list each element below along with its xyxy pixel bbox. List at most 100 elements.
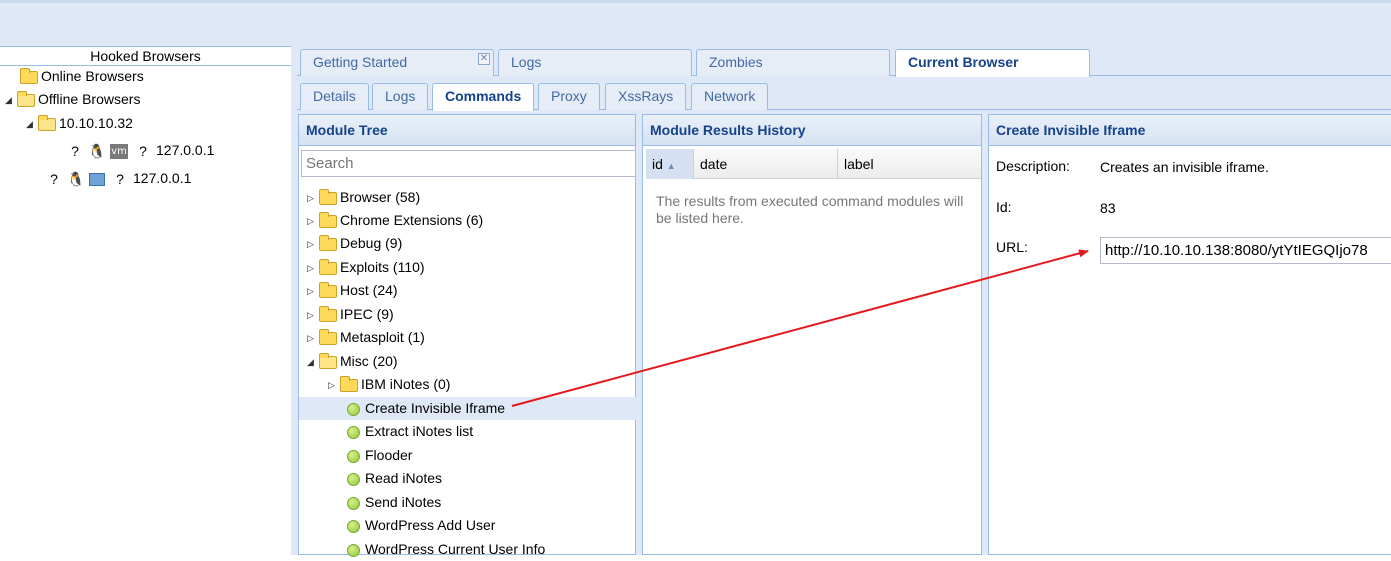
collapsed-triangle-icon[interactable]: ▷	[307, 210, 319, 233]
tree-item-read-inotes[interactable]: Read iNotes	[299, 467, 636, 490]
tab-current-browser[interactable]: Current Browser	[895, 49, 1090, 77]
tree-item-extract-inotes-list[interactable]: Extract iNotes list	[299, 420, 636, 443]
folder-open-icon	[17, 90, 35, 107]
module-tree-title: Module Tree	[299, 115, 635, 146]
online-browsers-label: Online Browsers	[41, 68, 144, 84]
tab-logs[interactable]: Logs	[498, 49, 692, 76]
collapsed-triangle-icon[interactable]: ▷	[307, 280, 319, 303]
vm-icon: vm	[110, 143, 128, 159]
tree-item-label: IBM iNotes (0)	[361, 376, 451, 392]
tree-browser-1[interactable]: ? 🐧 vm? 127.0.0.1	[66, 139, 214, 161]
close-icon[interactable]: ✕	[478, 53, 490, 65]
collapsed-triangle-icon[interactable]: ▷	[307, 187, 319, 210]
tab-label: Zombies	[709, 54, 763, 70]
tab-label: Logs	[511, 54, 542, 70]
tab-sub-logs[interactable]: Logs	[372, 83, 429, 110]
folder-icon	[319, 258, 337, 275]
tab-getting-started[interactable]: Getting Started ✕	[300, 49, 494, 76]
top-banner	[0, 0, 1391, 46]
collapsed-triangle-icon[interactable]: ▷	[307, 233, 319, 256]
expanded-triangle-icon[interactable]: ◢	[26, 113, 38, 135]
url-label: URL:	[996, 239, 1028, 255]
description-value: Creates an invisible iframe.	[1100, 159, 1269, 175]
tree-item-exploits[interactable]: ▷ Exploits (110)	[299, 256, 636, 279]
tree-item-host[interactable]: ▷ Host (24)	[299, 279, 636, 302]
tree-host[interactable]: ◢ 10.10.10.32	[26, 112, 133, 134]
folder-icon	[319, 328, 337, 345]
search-input[interactable]	[301, 150, 636, 177]
folder-open-icon	[319, 352, 337, 369]
column-label: label	[844, 156, 874, 172]
column-id[interactable]: id ▲	[646, 149, 694, 179]
tree-item-label: Extract iNotes list	[365, 423, 474, 439]
tree-item-wordpress-current-user-info[interactable]: WordPress Current User Info	[299, 538, 636, 561]
tab-label: Commands	[445, 88, 522, 104]
module-status-icon	[347, 449, 360, 463]
column-label: id	[652, 156, 663, 172]
tree-item-label: Read iNotes	[365, 470, 443, 486]
tree-item-label: Browser (58)	[340, 189, 421, 205]
tree-item-label: WordPress Add User	[365, 517, 496, 533]
hooked-browsers-panel: Hooked Browsers Online Browsers ◢ Offline…	[0, 46, 291, 555]
tree-browser-2[interactable]: ? 🐧? 127.0.0.1	[45, 167, 191, 189]
sort-ascending-icon: ▲	[666, 161, 676, 171]
tab-network[interactable]: Network	[691, 83, 769, 110]
tree-item-browser[interactable]: ▷ Browser (58)	[299, 186, 636, 209]
module-status-icon	[347, 402, 360, 416]
expanded-triangle-icon[interactable]: ◢	[5, 89, 17, 111]
collapsed-triangle-icon[interactable]: ▷	[307, 327, 319, 350]
tree-item-ibm-inotes[interactable]: ▷ IBM iNotes (0)	[299, 373, 636, 396]
tree-item-flooder[interactable]: Flooder	[299, 444, 636, 467]
expanded-triangle-icon[interactable]: ◢	[307, 351, 319, 374]
tab-label: Details	[313, 88, 356, 104]
folder-icon	[319, 188, 337, 205]
browser-ip: 127.0.0.1	[133, 170, 192, 186]
tree-item-misc[interactable]: ◢ Misc (20)	[299, 350, 636, 373]
unknown-hardware-icon: ?	[139, 143, 147, 160]
tab-commands[interactable]: Commands	[432, 83, 535, 111]
tree-item-label: Send iNotes	[365, 494, 442, 510]
tab-proxy[interactable]: Proxy	[538, 83, 600, 110]
tab-xssrays[interactable]: XssRays	[605, 83, 687, 110]
main-area: Getting Started ✕ Logs Zombies Current B…	[297, 46, 1391, 557]
module-status-icon	[347, 472, 360, 486]
tree-item-ipec[interactable]: ▷ IPEC (9)	[299, 303, 636, 326]
tree-item-chrome-extensions[interactable]: ▷ Chrome Extensions (6)	[299, 209, 636, 232]
url-field[interactable]: http://10.10.10.138:8080/ytYtIEGQIjo78	[1100, 237, 1391, 264]
tree-item-wordpress-add-user[interactable]: WordPress Add User	[299, 514, 636, 537]
tree-item-label: Debug (9)	[340, 235, 403, 251]
folder-icon	[319, 211, 337, 228]
tree-item-label: Flooder	[365, 447, 413, 463]
results-grid-header: id ▲ date label	[646, 149, 981, 179]
module-tree-panel: Module Tree ▷ Browser (58) ▷ Chrome Extens…	[298, 114, 636, 557]
tree-item-metasploit[interactable]: ▷ Metasploit (1)	[299, 326, 636, 349]
tree-online-browsers[interactable]: Online Browsers	[20, 65, 144, 87]
folder-icon	[319, 281, 337, 298]
tree-item-create-invisible-iframe[interactable]: Create Invisible Iframe	[299, 397, 636, 420]
results-history-panel: Module Results History id ▲ date label T…	[642, 114, 982, 555]
collapsed-triangle-icon[interactable]: ▷	[307, 304, 319, 327]
tree-item-debug[interactable]: ▷ Debug (9)	[299, 232, 636, 255]
tab-label: Proxy	[551, 88, 587, 104]
id-label: Id:	[996, 199, 1012, 215]
linux-icon: 🐧	[67, 171, 85, 188]
desktop-icon	[89, 172, 105, 186]
folder-open-icon	[38, 114, 56, 131]
linux-icon: 🐧	[88, 143, 106, 160]
column-date[interactable]: date	[694, 149, 838, 179]
tab-label: XssRays	[618, 88, 674, 104]
tab-zombies[interactable]: Zombies	[696, 49, 890, 76]
tree-item-label: IPEC (9)	[340, 306, 394, 322]
collapsed-triangle-icon[interactable]: ▷	[307, 257, 319, 280]
module-status-icon	[347, 496, 360, 510]
tree-offline-browsers[interactable]: ◢ Offline Browsers	[5, 88, 140, 110]
offline-browsers-label: Offline Browsers	[38, 91, 141, 107]
tab-label: Getting Started	[313, 54, 408, 70]
tree-item-send-inotes[interactable]: Send iNotes	[299, 491, 636, 514]
top-tabstrip: Getting Started ✕ Logs Zombies Current B…	[297, 46, 1391, 77]
tree-item-label: Exploits (110)	[340, 259, 425, 275]
collapsed-triangle-icon[interactable]: ▷	[328, 374, 340, 397]
folder-icon	[319, 305, 337, 322]
column-label-header[interactable]: label	[838, 149, 981, 179]
tab-details[interactable]: Details	[300, 83, 369, 110]
